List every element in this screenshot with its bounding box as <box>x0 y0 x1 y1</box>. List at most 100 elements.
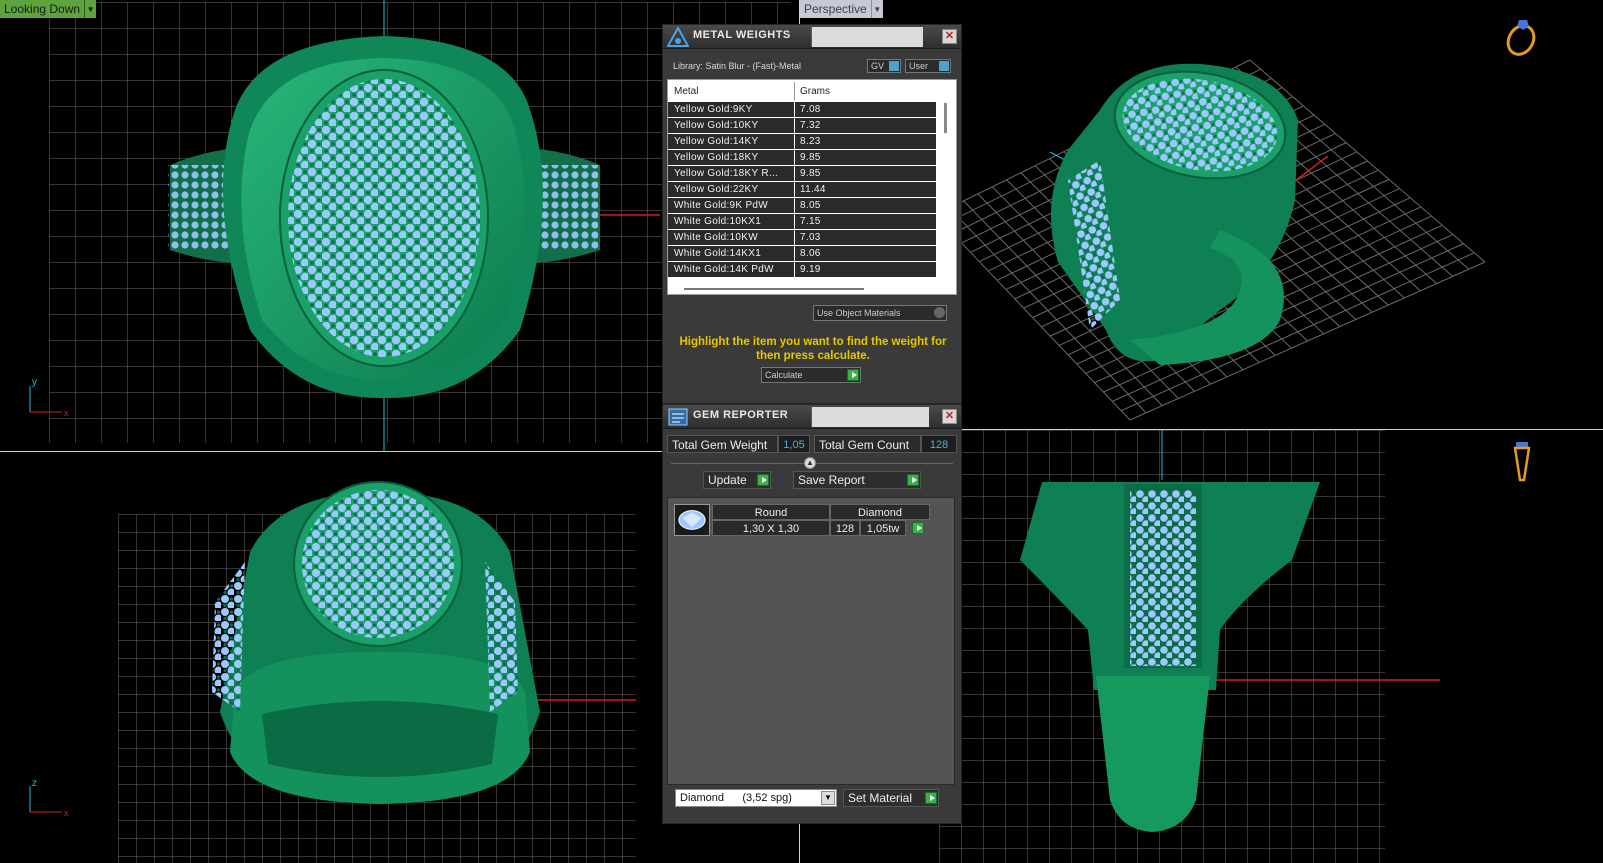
chevron-down-icon[interactable]: ▼ <box>870 0 883 18</box>
metal-grams: 8.05 <box>800 200 821 211</box>
total-gem-count-value: 128 <box>921 435 957 453</box>
save-report-button[interactable]: Save Report <box>793 471 921 489</box>
metal-weights-panel: METAL WEIGHTS ✕ Library: Satin Blur - (F… <box>662 24 962 404</box>
metal-grams: 7.15 <box>800 216 821 227</box>
play-arrow-icon <box>757 474 769 486</box>
ring-orientation-icon[interactable] <box>1503 20 1539 59</box>
view-mode-label: Perspective <box>800 0 871 18</box>
set-material-button[interactable]: Set Material <box>843 789 939 807</box>
gem-material: Diamond <box>830 504 930 520</box>
gem-shape: Round <box>712 504 830 520</box>
table-row[interactable]: Yellow Gold:14KY 8.23 <box>668 134 936 150</box>
chevron-down-icon[interactable]: ▼ <box>84 0 97 18</box>
panel-title-bar[interactable]: GEM REPORTER ✕ <box>663 405 961 429</box>
view-mode-dropdown-top-left[interactable]: Looking Down ▼ <box>0 0 97 18</box>
svg-text:x: x <box>64 408 69 418</box>
close-icon[interactable]: ✕ <box>942 409 957 424</box>
table-row[interactable]: White Gold:14KX1 8.06 <box>668 246 936 262</box>
metal-name: Yellow Gold:18KY R... <box>674 168 779 179</box>
metal-grams: 11.44 <box>800 184 826 195</box>
table-header: Metal Grams <box>668 80 956 102</box>
metal-name: White Gold:10KX1 <box>674 216 762 227</box>
vertical-scrollbar[interactable] <box>940 100 952 280</box>
metal-name: White Gold:14KX1 <box>674 248 762 259</box>
column-header-grams[interactable]: Grams <box>800 86 830 97</box>
gem-weight: 1,05tw <box>860 520 906 536</box>
metal-grams: 7.08 <box>800 104 821 115</box>
panel-title-bar[interactable]: METAL WEIGHTS ✕ <box>663 25 961 49</box>
close-icon[interactable]: ✕ <box>942 29 957 44</box>
metal-grams: 9.85 <box>800 152 821 163</box>
user-toggle[interactable]: User <box>905 59 951 73</box>
metal-grams: 7.03 <box>800 232 821 243</box>
metal-name: White Gold:10KW <box>674 232 758 243</box>
metal-weights-icon <box>667 27 689 47</box>
gem-reporter-panel: GEM REPORTER ✕ Total Gem Weight 1,05 Tot… <box>662 404 962 824</box>
calculate-button[interactable]: Calculate <box>761 367 861 383</box>
instruction-text: Highlight the item you want to find the … <box>679 336 947 362</box>
metal-name: Yellow Gold:14KY <box>674 136 759 147</box>
toggle-indicator <box>889 61 899 71</box>
metal-name: Yellow Gold:18KY <box>674 152 759 163</box>
metal-grams: 9.19 <box>800 264 821 275</box>
gv-label: GV <box>871 61 885 71</box>
svg-text:x: x <box>64 808 69 818</box>
table-body: Yellow Gold:9KY 7.08 Yellow Gold:10KY 7.32 Y… <box>668 102 936 278</box>
metal-name: Yellow Gold:9KY <box>674 104 753 115</box>
metal-grams: 8.23 <box>800 136 821 147</box>
table-row[interactable]: White Gold:14K PdW 9.19 <box>668 262 936 278</box>
table-row[interactable]: Yellow Gold:9KY 7.08 <box>668 102 936 118</box>
table-row[interactable]: Yellow Gold:22KY 11.44 <box>668 182 936 198</box>
library-label: Library: Satin Blur - (Fast)-Metal <box>673 61 802 71</box>
view-mode-label: Looking Down <box>0 0 85 18</box>
metal-grams: 9.85 <box>800 168 821 179</box>
svg-text:y: y <box>32 377 37 388</box>
use-object-materials-label: Use Object Materials <box>817 308 901 318</box>
total-gem-weight-label: Total Gem Weight <box>667 435 778 453</box>
gem-material-select-value: Diamond (3,52 spg) <box>680 792 792 804</box>
calculate-label: Calculate <box>765 370 803 380</box>
user-label: User <box>909 61 929 71</box>
update-label: Update <box>708 473 747 487</box>
metal-name: Yellow Gold:10KY <box>674 120 759 131</box>
axis-gizmo: x z <box>29 778 69 818</box>
view-mode-dropdown-top-right[interactable]: Perspective ▼ <box>800 0 883 18</box>
round-gem-icon[interactable] <box>674 504 710 536</box>
chevron-down-icon[interactable]: ▼ <box>821 791 835 805</box>
gem-totals: Total Gem Weight 1,05 Total Gem Count 12… <box>667 435 957 453</box>
play-arrow-icon <box>925 792 937 804</box>
gem-reporter-icon <box>668 408 688 426</box>
table-row[interactable]: Yellow Gold:18KY 9.85 <box>668 150 936 166</box>
play-arrow-icon <box>907 474 919 486</box>
table-row[interactable]: White Gold:10KW 7.03 <box>668 230 936 246</box>
title-spacer <box>811 407 929 427</box>
set-material-label: Set Material <box>848 791 913 805</box>
toggle-indicator <box>939 61 949 71</box>
column-header-metal[interactable]: Metal <box>674 86 698 97</box>
collapse-icon[interactable]: ▲ <box>804 457 816 469</box>
horizontal-scrollbar[interactable] <box>684 288 864 290</box>
ring-side-icon[interactable] <box>1513 442 1531 482</box>
table-row[interactable]: White Gold:10KX1 7.15 <box>668 214 936 230</box>
panel-title: METAL WEIGHTS <box>693 29 791 41</box>
toggle-indicator <box>934 307 945 318</box>
table-row[interactable]: White Gold:9K PdW 8.05 <box>668 198 936 214</box>
total-gem-weight-value: 1,05 <box>778 435 810 453</box>
update-button[interactable]: Update <box>703 471 771 489</box>
table-row[interactable]: Yellow Gold:10KY 7.32 <box>668 118 936 134</box>
gem-list: Round Diamond 1,30 X 1,30 128 1,05tw <box>667 497 955 785</box>
play-arrow-icon <box>847 369 859 381</box>
metal-name: White Gold:14K PdW <box>674 264 774 275</box>
select-gem-button[interactable] <box>912 522 924 534</box>
table-row[interactable]: Yellow Gold:18KY R... 9.85 <box>668 166 936 182</box>
metal-name: White Gold:9K PdW <box>674 200 769 211</box>
gem-material-select[interactable]: Diamond (3,52 spg) ▼ <box>675 789 837 807</box>
save-report-label: Save Report <box>798 473 865 487</box>
svg-text:z: z <box>32 778 37 789</box>
metal-grams: 8.06 <box>800 248 821 259</box>
panel-title: GEM REPORTER <box>693 409 789 421</box>
total-gem-count-label: Total Gem Count <box>814 435 921 453</box>
metal-grams: 7.32 <box>800 120 821 131</box>
use-object-materials-toggle[interactable]: Use Object Materials <box>813 305 947 321</box>
gv-toggle[interactable]: GV <box>867 59 901 73</box>
